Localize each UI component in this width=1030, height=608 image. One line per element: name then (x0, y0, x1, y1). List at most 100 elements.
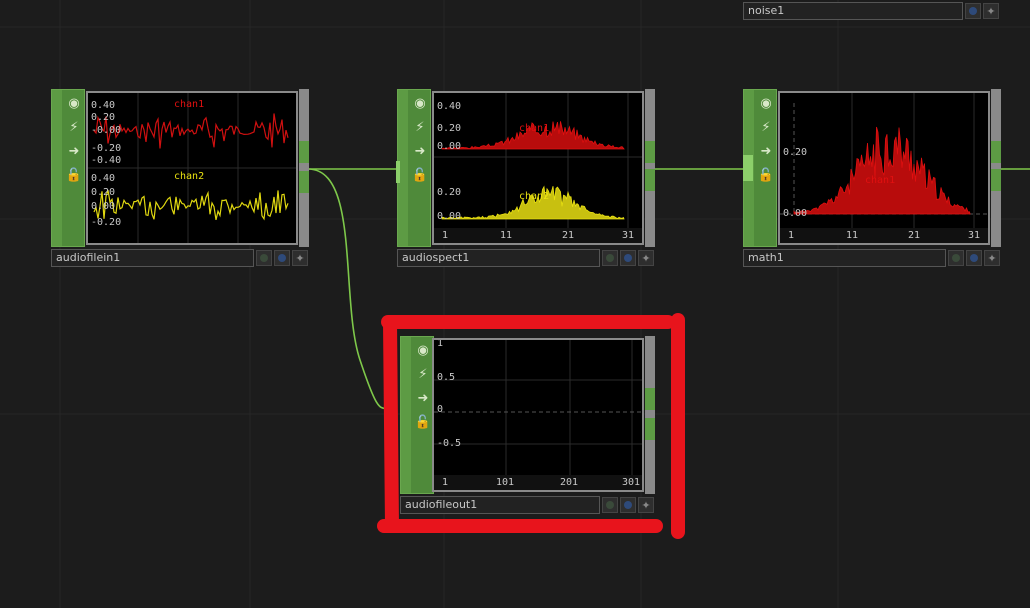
chan2-label: chan2 (519, 191, 550, 202)
viewer-flag[interactable]: ◉ (412, 339, 434, 361)
eye-icon: ◉ (417, 342, 429, 358)
lock-flag[interactable]: 🔓 (63, 164, 85, 186)
y-tick: -0.5 (437, 438, 462, 449)
x-tick: 301 (622, 477, 641, 488)
dot-icon (970, 254, 978, 262)
output-connector-bar (299, 89, 309, 247)
lock-icon: 🔓 (65, 167, 83, 183)
bypass-flag[interactable]: ⚡ (412, 363, 434, 385)
output-connector[interactable] (645, 169, 655, 191)
export-flag[interactable]: ➜ (63, 140, 85, 162)
lock-flag[interactable]: 🔓 (755, 164, 777, 186)
viewer-flag[interactable]: ◉ (63, 92, 85, 114)
y-tick: 0.20 (437, 187, 462, 198)
plus-icon: ✦ (986, 4, 996, 18)
operator-name[interactable]: audiospect1 (397, 249, 600, 267)
operator-audiofilein1[interactable]: ◉ ⚡ ➜ 🔓 chan1 chan2 0.40 0.20 -0.00 -0.2… (51, 89, 309, 267)
bypass-flag[interactable]: ⚡ (409, 116, 431, 138)
x-tick: 11 (500, 230, 513, 241)
operator-name[interactable]: noise1 (743, 2, 963, 20)
lock-flag[interactable]: 🔓 (409, 164, 431, 186)
y-tick: 0.20 (91, 112, 116, 123)
output-connector[interactable] (645, 388, 655, 410)
bolt-icon: ⚡ (415, 119, 425, 135)
channel-viewer[interactable]: chan1 chan2 0.40 0.20 -0.00 -0.20 -0.40 … (86, 91, 298, 245)
x-tick: 31 (622, 230, 635, 241)
output-connector[interactable] (645, 418, 655, 440)
operator-flags-panel: ◉ ⚡ ➜ 🔓 (400, 336, 434, 494)
export-flag[interactable]: ➜ (412, 387, 434, 409)
operator-name[interactable]: audiofileout1 (400, 496, 600, 514)
operator-name[interactable]: audiofilein1 (51, 249, 254, 267)
clone-button[interactable]: ✦ (983, 3, 999, 19)
channel-viewer[interactable]: chan1 chan2 0.40 0.20 0.00 0.20 0.00 1 1… (432, 91, 644, 245)
operator-noise1[interactable]: noise1 ✦ (743, 2, 1001, 20)
x-tick: 1 (442, 230, 449, 241)
lock-icon: 🔓 (757, 167, 775, 183)
eye-icon: ◉ (414, 95, 426, 111)
y-tick: -0.00 (91, 125, 122, 136)
clone-button[interactable]: ✦ (638, 497, 654, 513)
display-button[interactable] (620, 497, 636, 513)
operator-name[interactable]: math1 (743, 249, 946, 267)
bypass-flag[interactable]: ⚡ (63, 116, 85, 138)
operator-math1[interactable]: ◉ ⚡ ➜ 🔓 chan1 0.20 0.00 1 11 21 31 math1… (743, 89, 1001, 267)
display-button[interactable] (620, 250, 636, 266)
clone-button[interactable]: ✦ (292, 250, 308, 266)
spectrum-chart (434, 93, 642, 243)
chan2-waveform (93, 190, 289, 221)
chan1-spectrum (793, 126, 971, 215)
wire-audiofilein-to-audiofileout[interactable] (307, 168, 393, 411)
viewer-flag[interactable]: ◉ (755, 92, 777, 114)
cook-button[interactable] (965, 3, 981, 19)
operator-flags-panel: ◉ ⚡ ➜ 🔓 (51, 89, 85, 247)
y-tick: 0.20 (91, 187, 116, 198)
bolt-icon: ⚡ (418, 366, 428, 382)
output-connector-bar (991, 89, 1001, 247)
display-button[interactable] (966, 250, 982, 266)
clone-button[interactable]: ✦ (984, 250, 1000, 266)
plus-icon: ✦ (641, 251, 651, 265)
x-tick: 1 (788, 230, 795, 241)
operator-flags-panel: ◉ ⚡ ➜ 🔓 (397, 89, 431, 247)
cook-button[interactable] (256, 250, 272, 266)
cook-button[interactable] (948, 250, 964, 266)
export-flag[interactable]: ➜ (409, 140, 431, 162)
x-tick: 31 (968, 230, 981, 241)
output-connector-bar (645, 89, 655, 247)
input-connector[interactable] (743, 155, 753, 181)
clone-button[interactable]: ✦ (638, 250, 654, 266)
output-connector[interactable] (299, 141, 309, 163)
chan2-label: chan2 (174, 171, 205, 182)
lock-flag[interactable]: 🔓 (412, 411, 434, 433)
y-tick: 0.00 (783, 208, 808, 219)
arrow-right-icon: ➜ (414, 143, 426, 159)
plus-icon: ✦ (987, 251, 997, 265)
output-connector[interactable] (991, 169, 1001, 191)
input-connector[interactable] (396, 161, 400, 183)
bypass-flag[interactable]: ⚡ (755, 116, 777, 138)
y-tick: 0.20 (437, 123, 462, 134)
operator-audiospect1[interactable]: ◉ ⚡ ➜ 🔓 chan1 chan2 0.40 0.20 0.00 0.20 … (396, 89, 655, 267)
eye-icon: ◉ (760, 95, 772, 111)
dot-icon (260, 254, 268, 262)
display-button[interactable] (274, 250, 290, 266)
y-tick: 0.40 (91, 173, 116, 184)
cook-button[interactable] (602, 250, 618, 266)
bolt-icon: ⚡ (69, 119, 79, 135)
x-tick: 11 (846, 230, 859, 241)
y-tick: -0.20 (91, 143, 122, 154)
channel-viewer[interactable]: chan1 0.20 0.00 1 11 21 31 (778, 91, 990, 245)
operator-audiofileout1[interactable]: ◉ ⚡ ➜ 🔓 1 0.5 0 -0.5 1 101 201 301 audio… (400, 336, 656, 514)
x-tick: 1 (442, 477, 449, 488)
y-tick: 0.5 (437, 372, 456, 383)
output-connector[interactable] (645, 141, 655, 163)
output-connector[interactable] (299, 171, 309, 193)
cook-button[interactable] (602, 497, 618, 513)
bolt-icon: ⚡ (761, 119, 771, 135)
export-flag[interactable]: ➜ (755, 140, 777, 162)
viewer-flag[interactable]: ◉ (409, 92, 431, 114)
output-connector[interactable] (991, 141, 1001, 163)
chan1-waveform (93, 113, 289, 149)
channel-viewer[interactable]: 1 0.5 0 -0.5 1 101 201 301 (432, 338, 644, 492)
